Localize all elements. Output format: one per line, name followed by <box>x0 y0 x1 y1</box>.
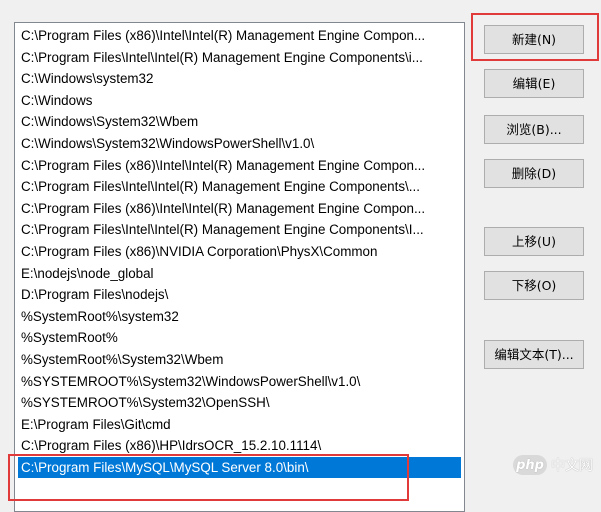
path-list-item[interactable]: %SystemRoot%\System32\Wbem <box>18 349 461 370</box>
edit-button[interactable]: 编辑(E) <box>484 69 584 98</box>
delete-button[interactable]: 删除(D) <box>484 159 584 188</box>
path-list-item[interactable]: C:\Windows\System32\Wbem <box>18 111 461 132</box>
move-down-button[interactable]: 下移(O) <box>484 271 584 300</box>
path-list-item[interactable]: E:\nodejs\node_global <box>18 263 461 284</box>
path-list-item[interactable]: %SystemRoot% <box>18 327 461 348</box>
path-list-item[interactable]: C:\Windows\System32\WindowsPowerShell\v1… <box>18 133 461 154</box>
path-list-item[interactable]: C:\Program Files\Intel\Intel(R) Manageme… <box>18 47 461 68</box>
path-list[interactable]: C:\Program Files (x86)\Intel\Intel(R) Ma… <box>14 22 465 512</box>
path-list-item[interactable]: C:\Program Files\MySQL\MySQL Server 8.0\… <box>18 457 461 478</box>
path-list-item[interactable]: D:\Program Files\nodejs\ <box>18 284 461 305</box>
path-list-item[interactable]: C:\Program Files (x86)\NVIDIA Corporatio… <box>18 241 461 262</box>
path-list-item[interactable]: C:\Windows\system32 <box>18 68 461 89</box>
path-list-item[interactable]: C:\Program Files (x86)\Intel\Intel(R) Ma… <box>18 25 461 46</box>
path-list-item[interactable]: C:\Program Files\Intel\Intel(R) Manageme… <box>18 176 461 197</box>
move-up-button[interactable]: 上移(U) <box>484 227 584 256</box>
path-list-item[interactable]: %SYSTEMROOT%\System32\WindowsPowerShell\… <box>18 371 461 392</box>
path-list-item[interactable]: C:\Program Files (x86)\HP\IdrsOCR_15.2.1… <box>18 435 461 456</box>
path-list-item[interactable]: E:\Program Files\Git\cmd <box>18 414 461 435</box>
path-list-item[interactable]: C:\Program Files\Intel\Intel(R) Manageme… <box>18 219 461 240</box>
site-watermark: php 中文网 <box>513 455 593 475</box>
path-list-item[interactable]: C:\Program Files (x86)\Intel\Intel(R) Ma… <box>18 155 461 176</box>
browse-button[interactable]: 浏览(B)... <box>484 115 584 144</box>
path-list-item[interactable]: C:\Windows <box>18 90 461 111</box>
path-list-item[interactable]: C:\Program Files (x86)\Intel\Intel(R) Ma… <box>18 198 461 219</box>
new-button[interactable]: 新建(N) <box>484 25 584 54</box>
path-list-item[interactable]: %SYSTEMROOT%\System32\OpenSSH\ <box>18 392 461 413</box>
php-logo: php <box>513 455 547 475</box>
edit-text-button[interactable]: 编辑文本(T)... <box>484 340 584 369</box>
path-list-item[interactable]: %SystemRoot%\system32 <box>18 306 461 327</box>
watermark-text: 中文网 <box>551 458 593 474</box>
